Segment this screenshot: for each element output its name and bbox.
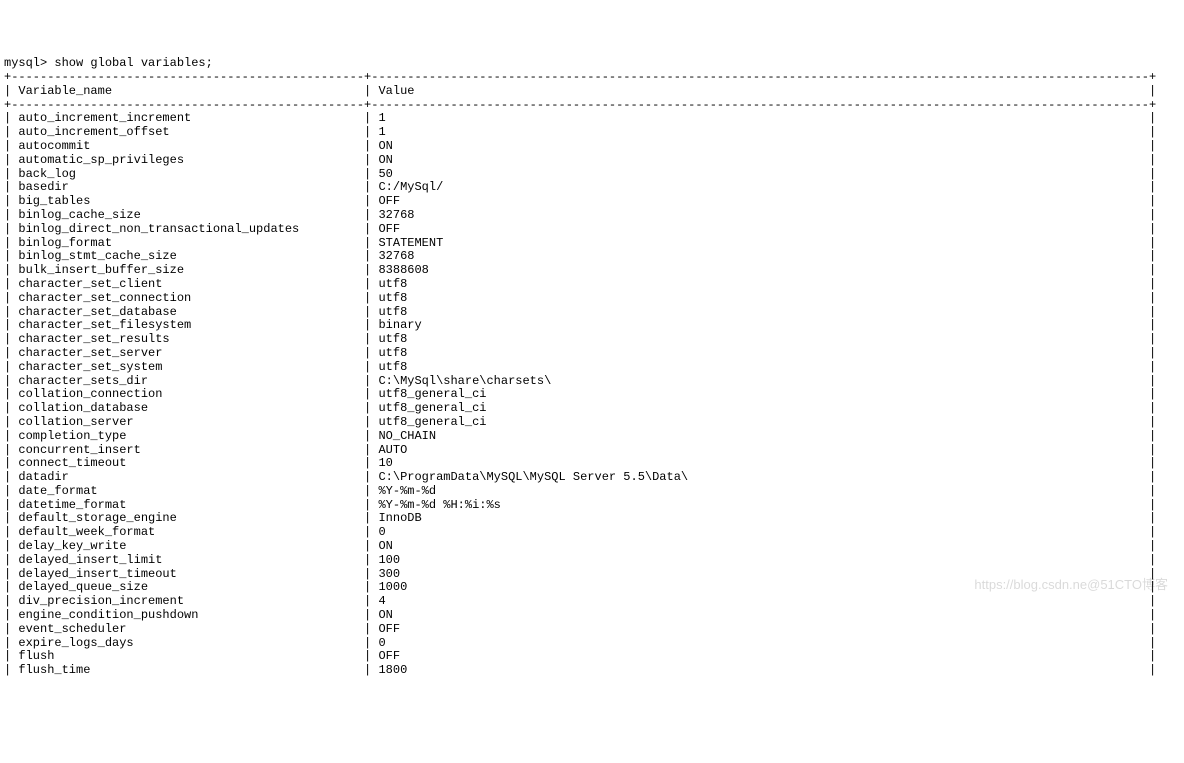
terminal-output: mysql> show global variables; +---------…: [4, 57, 1180, 678]
